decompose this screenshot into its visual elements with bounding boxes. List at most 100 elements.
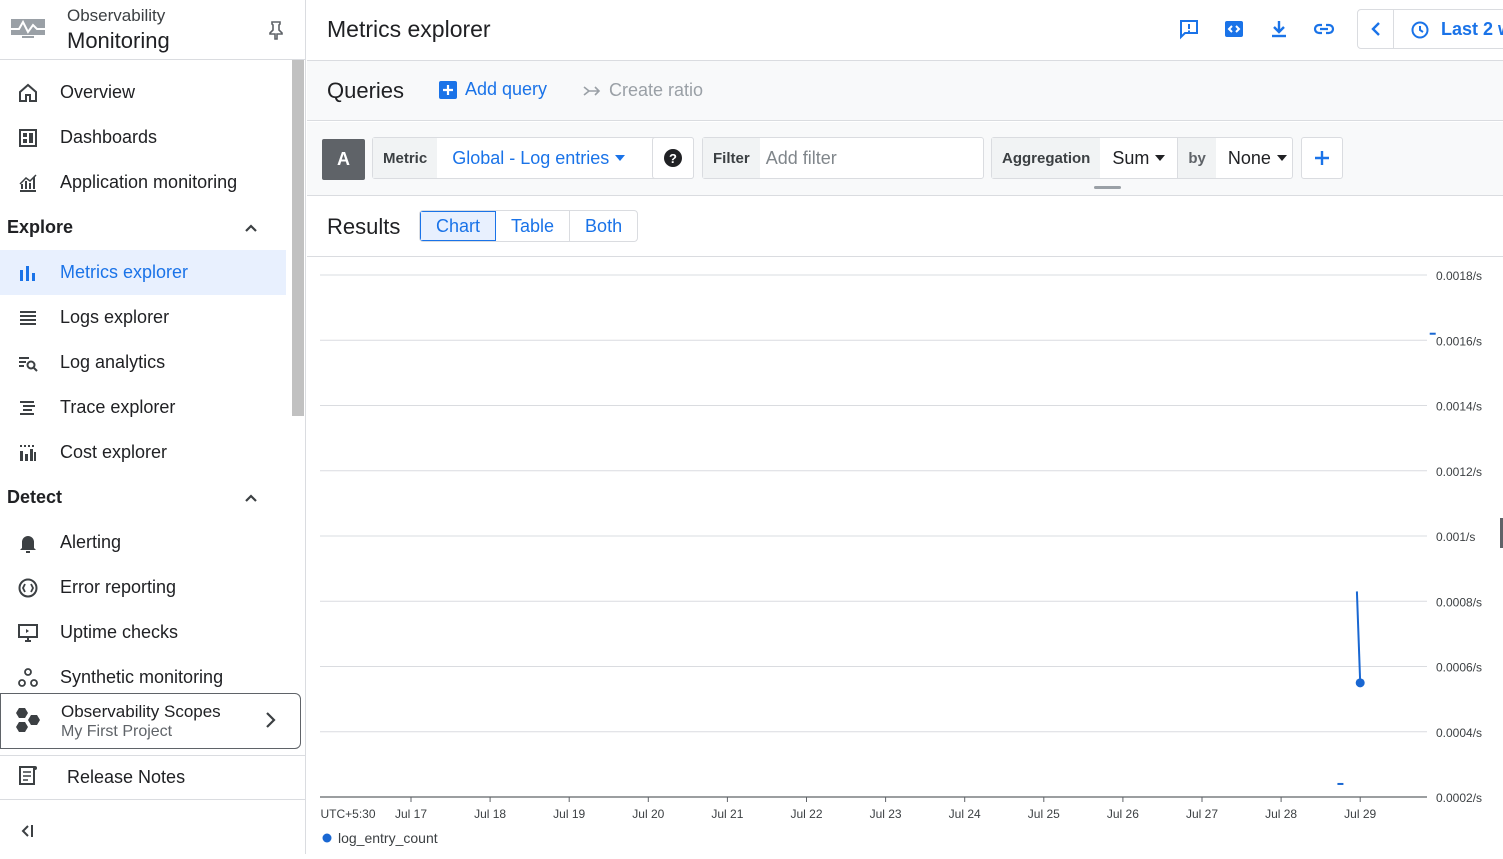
main-content: Metrics explorer Last 2 w Queries Add qu… <box>307 0 1503 854</box>
legend-swatch <box>322 833 332 843</box>
brand-line1: Observability <box>67 6 166 25</box>
x-tick-label: Jul 18 <box>474 807 506 821</box>
sidebar-item-uptime-checks[interactable]: Uptime checks <box>0 610 292 655</box>
aggregation-selector[interactable]: Aggregation Sum by None <box>991 137 1293 179</box>
group-by-value: None <box>1227 147 1271 168</box>
x-tick-label: Jul 29 <box>1344 807 1376 821</box>
sidebar-item-dashboards[interactable]: Dashboards <box>0 115 292 160</box>
tab-chart[interactable]: Chart <box>420 211 497 241</box>
app-monitoring-icon <box>0 172 60 194</box>
logs-icon <box>0 307 60 329</box>
x-tick-label: Jul 20 <box>632 807 664 821</box>
sidebar-item-label: Uptime checks <box>60 622 179 642</box>
sidebar-item-label: Application monitoring <box>60 172 238 192</box>
chevron-up-icon <box>244 217 258 238</box>
cost-icon <box>0 442 60 464</box>
section-label: Explore <box>7 217 74 237</box>
sidebar-item-label: Metrics explorer <box>60 262 189 282</box>
scope-title: Observability Scopes <box>61 702 221 721</box>
chart-svg: 0.0018/s 0.0016/s 0.0014/s 0.0012/s 0.001/s 0… <box>320 269 1482 846</box>
sidebar-item-label: Error reporting <box>60 577 177 597</box>
section-detect[interactable]: Detect <box>0 475 286 520</box>
x-tick-label: Jul 21 <box>711 807 743 821</box>
y-tick-label: 0.0014/s <box>1436 400 1482 414</box>
data-point <box>1355 678 1365 688</box>
queries-header: Queries Add query Create ratio <box>307 61 1503 121</box>
link-icon[interactable] <box>1312 18 1336 45</box>
sidebar-item-overview[interactable]: Overview <box>0 70 292 115</box>
release-notes-icon <box>0 764 67 791</box>
metrics-chart: 0.0018/s 0.0016/s 0.0014/s 0.0012/s 0.001/s 0… <box>307 258 1503 854</box>
x-tick-label: Jul 27 <box>1186 807 1218 821</box>
collapse-sidebar-icon[interactable] <box>18 822 36 845</box>
synthetic-icon <box>0 667 60 689</box>
time-range-selector[interactable]: Last 2 w <box>1357 9 1503 49</box>
metric-selector[interactable]: Metric Global - Log entries <box>372 137 694 179</box>
caret-down-icon <box>1155 155 1166 161</box>
time-prev-button[interactable] <box>1358 10 1394 48</box>
sidebar-scrollbar[interactable] <box>292 60 304 416</box>
tab-both[interactable]: Both <box>570 211 637 241</box>
sidebar-item-cost-explorer[interactable]: Cost explorer <box>0 430 292 475</box>
help-icon: ? <box>664 149 682 167</box>
sidebar-item-logs-explorer[interactable]: Logs explorer <box>0 295 292 340</box>
add-query-button[interactable]: Add query <box>439 79 547 100</box>
add-box-icon <box>439 80 457 99</box>
view-toggle[interactable]: Chart Table Both <box>419 210 639 242</box>
brand-header: Observability Monitoring <box>0 0 306 60</box>
filter-field[interactable]: Filter Add filter <box>702 137 984 179</box>
section-label: Detect <box>7 487 63 507</box>
aggregation-label: Aggregation <box>992 138 1101 178</box>
sidebar-item-metrics-explorer[interactable]: Metrics explorer <box>0 250 286 295</box>
observability-scopes-card[interactable]: Observability Scopes My First Project <box>0 693 301 749</box>
aggregation-dropdown[interactable]: Sum <box>1100 138 1179 178</box>
group-by-dropdown[interactable]: None <box>1216 138 1299 178</box>
y-tick-label: 0.0018/s <box>1436 269 1482 283</box>
chevron-right-icon <box>263 710 279 735</box>
filter-label: Filter <box>703 138 760 178</box>
filter-input[interactable]: Add filter <box>760 138 849 178</box>
y-tick-label: 0.0012/s <box>1436 465 1482 479</box>
aggregation-value: Sum <box>1112 147 1150 168</box>
query-badge[interactable]: A <box>322 139 365 180</box>
y-tick-label: 0.001/s <box>1436 530 1475 544</box>
y-tick-label: 0.0002/s <box>1436 791 1482 805</box>
x-tick-label: Jul 22 <box>790 807 822 821</box>
metric-value: Global - Log entries <box>452 147 610 168</box>
sidebar-item-label: Synthetic monitoring <box>60 667 224 687</box>
create-ratio-button[interactable]: Create ratio <box>583 80 703 101</box>
add-clause-button[interactable] <box>1301 137 1343 179</box>
sidebar-item-label: Trace explorer <box>60 397 176 417</box>
legend-label: log_entry_count <box>338 830 438 846</box>
sidebar-item-label: Release Notes <box>67 767 186 787</box>
sidebar-item-alerting[interactable]: Alerting <box>0 520 292 565</box>
download-icon[interactable] <box>1268 18 1290 45</box>
sidebar-item-label: Alerting <box>60 532 122 552</box>
chevron-left-icon <box>1370 22 1380 36</box>
sidebar-item-trace-explorer[interactable]: Trace explorer <box>0 385 292 430</box>
metric-help-button[interactable]: ? <box>652 137 694 179</box>
sidebar-item-error-reporting[interactable]: Error reporting <box>0 565 292 610</box>
y-tick-label: 0.0006/s <box>1436 661 1482 675</box>
metric-dropdown[interactable]: Global - Log entries <box>437 138 637 178</box>
x-tick-label: Jul 19 <box>553 807 585 821</box>
sidebar-item-log-analytics[interactable]: Log analytics <box>0 340 292 385</box>
code-icon[interactable] <box>1223 18 1245 45</box>
resize-handle[interactable] <box>1094 186 1121 189</box>
x-tick-label: Jul 24 <box>949 807 981 821</box>
merge-arrow-icon <box>583 85 601 96</box>
x-tick-label: Jul 25 <box>1028 807 1060 821</box>
y-tick-label: 0.0016/s <box>1436 334 1482 348</box>
sidebar-item-release-notes[interactable]: Release Notes <box>0 755 306 800</box>
by-label: by <box>1178 138 1216 178</box>
svg-text:?: ? <box>669 151 677 166</box>
tab-table[interactable]: Table <box>496 211 571 241</box>
pin-icon[interactable] <box>266 20 286 45</box>
add-query-label: Add query <box>465 79 548 99</box>
feedback-icon[interactable] <box>1178 18 1200 45</box>
section-explore[interactable]: Explore <box>0 205 286 250</box>
scope-project: My First Project <box>61 723 173 740</box>
hexagons-icon <box>10 705 42 742</box>
sidebar-item-label: Overview <box>60 82 136 102</box>
sidebar-item-application-monitoring[interactable]: Application monitoring <box>0 160 292 205</box>
